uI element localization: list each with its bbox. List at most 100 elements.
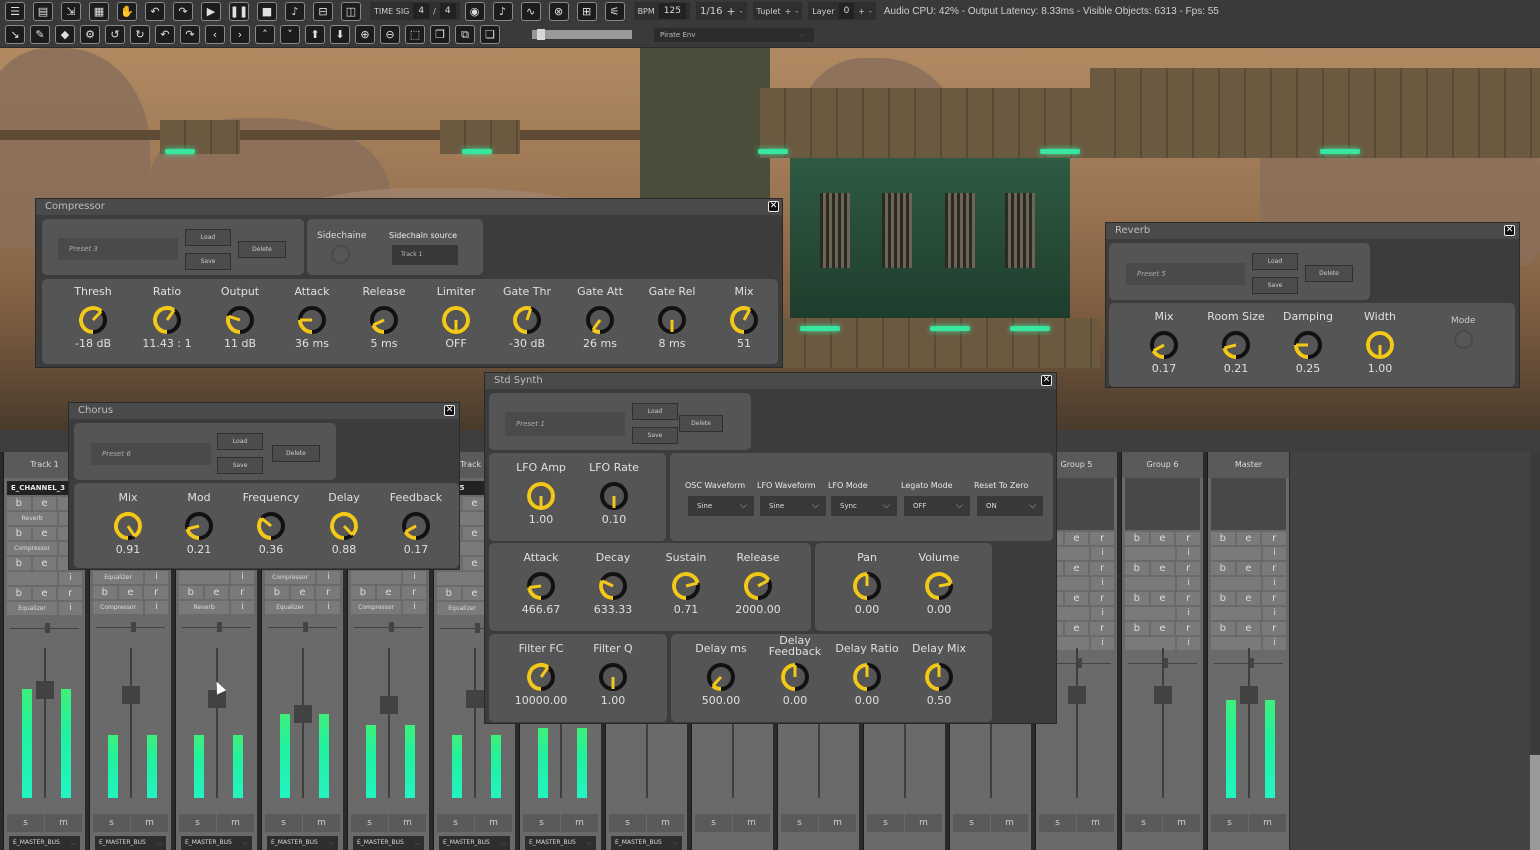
mute-button[interactable]: m	[991, 814, 1028, 832]
volume-fader[interactable]	[380, 696, 398, 714]
fx-r-button[interactable]: r	[1090, 622, 1115, 635]
fx-e-button[interactable]: e	[1150, 592, 1175, 605]
save-button[interactable]: ▤	[33, 1, 53, 21]
fx-slot-name[interactable]: Reverb	[7, 512, 58, 525]
fx-r-button[interactable]: r	[1262, 562, 1287, 575]
volume-fader[interactable]	[36, 681, 54, 699]
knob-dial[interactable]	[597, 570, 629, 602]
fx-slot-name[interactable]	[7, 572, 58, 585]
volume-fader[interactable]	[122, 685, 140, 704]
knob-dial[interactable]	[851, 570, 883, 602]
dropdown-lfo-mode[interactable]: Sync ⌵	[831, 496, 897, 516]
list-button[interactable]: ☰	[5, 1, 25, 21]
fx-b-button[interactable]: b	[179, 586, 203, 599]
redo-button[interactable]: ↷	[173, 1, 193, 21]
fx-i-button[interactable]: i	[1177, 547, 1200, 560]
knob-dial[interactable]	[1148, 329, 1180, 361]
fx-slot-name[interactable]: Compressor	[351, 601, 402, 614]
mute-button[interactable]: m	[45, 814, 82, 832]
fx-r-button[interactable]: r	[1262, 532, 1287, 545]
load-button[interactable]: Load	[1252, 253, 1298, 270]
fx-slot-name[interactable]	[351, 571, 402, 584]
delete-button[interactable]: Delete	[238, 241, 286, 258]
select-button[interactable]: ⬚	[405, 25, 425, 44]
tuplet-minus-button[interactable]: -	[795, 7, 798, 16]
solo-button[interactable]: s	[93, 814, 130, 832]
grid-button[interactable]: ▦	[89, 1, 109, 21]
dropdown-reset-to-zero[interactable]: ON ⌵	[977, 496, 1043, 516]
fx-e-button[interactable]: e	[32, 557, 57, 570]
mute-button[interactable]: m	[1077, 814, 1114, 832]
delete-button[interactable]: Delete	[272, 445, 320, 462]
output-bus-select[interactable]: E_MASTER_BUS ⌵	[9, 836, 80, 850]
fx-slot-name[interactable]	[1211, 547, 1262, 560]
solo-button[interactable]: s	[7, 814, 44, 832]
fx-i-button[interactable]: i	[1263, 577, 1286, 590]
pan-slider[interactable]	[354, 622, 423, 632]
pencil-button[interactable]: ✎	[30, 25, 50, 44]
fx-b-button[interactable]: b	[1125, 562, 1149, 575]
mute-button[interactable]: m	[217, 814, 254, 832]
environment-select[interactable]: Pirate Env ⌵	[654, 27, 814, 42]
fx-slot-name[interactable]: Compressor	[7, 542, 58, 555]
pan-slider[interactable]	[96, 622, 165, 632]
output-bus-select[interactable]: E_MASTER_BUS ⌵	[353, 836, 424, 850]
pan-slider[interactable]	[182, 622, 251, 632]
knob-dial[interactable]	[923, 570, 955, 602]
fx-slot-name[interactable]	[1211, 577, 1262, 590]
knob-dial[interactable]	[151, 304, 183, 336]
fx-e-button[interactable]: e	[376, 586, 401, 599]
fx-i-button[interactable]: i	[145, 571, 168, 584]
camera-button[interactable]: ◉	[464, 1, 485, 21]
arrow-up-button[interactable]: ˄	[255, 25, 275, 44]
fx-slot-name[interactable]: Compressor	[265, 571, 316, 584]
knob-dial[interactable]	[598, 480, 630, 512]
knob-dial[interactable]	[525, 661, 557, 693]
output-bus-select[interactable]: E_MASTER_BUS ⌵	[267, 836, 338, 850]
fx-b-button[interactable]: b	[7, 587, 31, 600]
mute-button[interactable]: m	[1163, 814, 1200, 832]
solo-button[interactable]: s	[781, 814, 818, 832]
knob-dial[interactable]	[705, 661, 737, 693]
fx-b-button[interactable]: b	[1211, 592, 1235, 605]
fx-i-button[interactable]: i	[145, 601, 168, 614]
rotate-ccw-button[interactable]: ↶	[155, 25, 175, 44]
fx-e-button[interactable]: e	[1064, 592, 1089, 605]
close-icon[interactable]: ✕	[768, 201, 779, 212]
rotate-right-button[interactable]: ↻	[130, 25, 150, 44]
fx-i-button[interactable]: i	[1091, 577, 1114, 590]
volume-fader[interactable]	[294, 705, 312, 723]
volume-fader[interactable]	[1154, 685, 1172, 704]
cut-button[interactable]: ⧉	[455, 25, 475, 44]
knob-dial[interactable]	[584, 304, 616, 336]
mode-toggle[interactable]	[1454, 330, 1473, 349]
mute-button[interactable]: m	[561, 814, 598, 832]
fx-e-button[interactable]: e	[204, 586, 229, 599]
mute-button[interactable]: m	[647, 814, 684, 832]
fx-b-button[interactable]: b	[1211, 562, 1235, 575]
pan-thumb[interactable]	[303, 622, 308, 632]
fx-e-button[interactable]: e	[1064, 532, 1089, 545]
knob-dial[interactable]	[440, 304, 472, 336]
fx-r-button[interactable]: r	[1176, 622, 1201, 635]
knob-dial[interactable]	[77, 304, 109, 336]
output-bus-select[interactable]: E_MASTER_BUS ⌵	[181, 836, 252, 850]
solo-button[interactable]: s	[953, 814, 990, 832]
split-button[interactable]: ◫	[341, 1, 361, 21]
fx-i-button[interactable]: i	[1177, 607, 1200, 620]
undo-button[interactable]: ↶	[145, 1, 165, 21]
fx-slot-name[interactable]: Reverb	[179, 601, 230, 614]
solo-button[interactable]: s	[695, 814, 732, 832]
fx-b-button[interactable]: b	[265, 586, 289, 599]
fx-b-button[interactable]: b	[7, 527, 31, 540]
fx-e-button[interactable]: e	[1150, 622, 1175, 635]
fx-i-button[interactable]: i	[1091, 547, 1114, 560]
fx-b-button[interactable]: b	[351, 586, 375, 599]
knob-dial[interactable]	[670, 570, 702, 602]
mute-button[interactable]: m	[733, 814, 770, 832]
fx-r-button[interactable]: r	[1262, 592, 1287, 605]
rotate-left-button[interactable]: ↺	[105, 25, 125, 44]
save-button[interactable]: Save	[632, 427, 678, 444]
quantize-plus-button[interactable]: +	[726, 5, 735, 18]
fx-slot-name[interactable]: Equalizer	[437, 602, 488, 615]
